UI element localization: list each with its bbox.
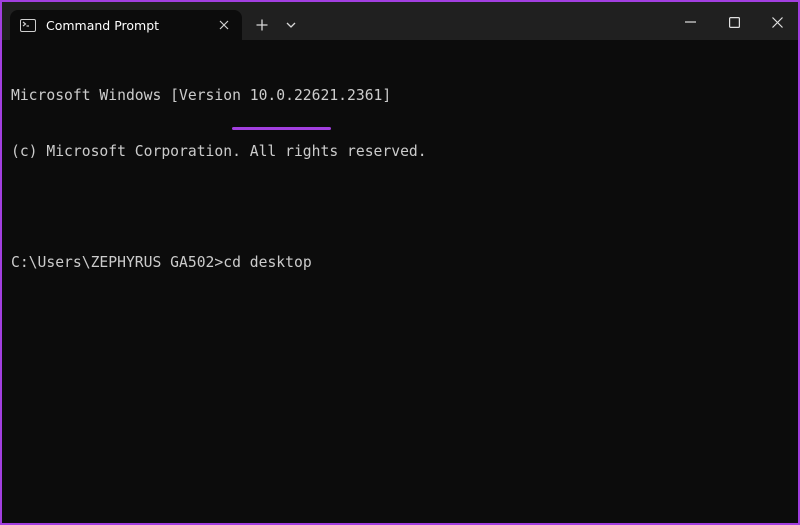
typed-command: cd desktop (223, 253, 312, 271)
tab-command-prompt[interactable]: Command Prompt (10, 10, 242, 40)
close-icon (219, 20, 229, 30)
minimize-button[interactable] (670, 6, 710, 38)
console-output[interactable]: Microsoft Windows [Version 10.0.22621.23… (11, 50, 790, 523)
minimize-icon (684, 21, 696, 23)
chevron-down-icon (286, 22, 296, 28)
new-tab-button[interactable] (250, 13, 274, 37)
tab-dropdown-button[interactable] (279, 13, 303, 37)
close-window-button[interactable] (757, 6, 797, 38)
tab-close-button[interactable] (214, 15, 234, 35)
terminal-window: Command Prompt Microsoft Windows [Versio… (0, 0, 800, 525)
close-icon (771, 16, 783, 28)
tab-title: Command Prompt (46, 17, 160, 33)
console-line-command: C:\Users\ZEPHYRUS GA502>cd desktop (11, 254, 790, 273)
terminal-icon (20, 18, 36, 32)
console-line-copyright: (c) Microsoft Corporation. All rights re… (11, 142, 427, 160)
title-bar: Command Prompt (2, 2, 798, 40)
plus-icon (256, 19, 268, 31)
maximize-icon (728, 16, 740, 28)
maximize-button[interactable] (714, 6, 754, 38)
command-highlight-underline (232, 127, 331, 130)
console-line-version: Microsoft Windows [Version 10.0.22621.23… (11, 87, 392, 104)
command-prompt-path: C:\Users\ZEPHYRUS GA502> (11, 253, 224, 271)
